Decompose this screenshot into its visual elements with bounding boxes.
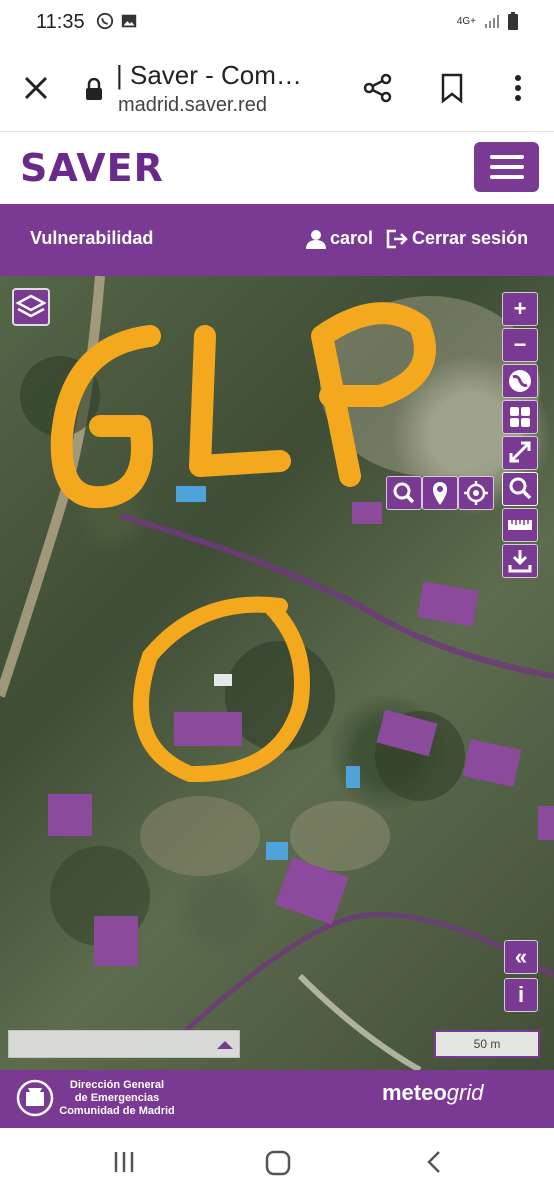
back-icon[interactable] [424, 1150, 444, 1174]
locate-button[interactable] [458, 476, 494, 510]
marker-icon [433, 482, 447, 505]
crosshair-icon [464, 481, 488, 505]
status-time: 11:35 [36, 11, 85, 33]
more-vert-icon[interactable] [506, 72, 530, 104]
browser-toolbar: | Saver - Com… madrid.saver.red [0, 44, 554, 132]
meteogrid-logo-a: meteo [382, 1080, 447, 1105]
search-zoom-button[interactable] [502, 472, 538, 506]
site-header: SAVER [0, 132, 554, 204]
globe-button[interactable] [502, 364, 538, 398]
ruler-icon [508, 520, 532, 530]
org-name: Dirección General de Emergencias Comunid… [58, 1079, 176, 1118]
logout-icon [386, 229, 408, 248]
expand-button[interactable] [502, 436, 538, 470]
network-label: 4G+ [456, 15, 476, 27]
zoom-out-button[interactable]: − [502, 328, 538, 362]
ruler-button[interactable] [502, 508, 538, 542]
logout-label: Cerrar sesión [412, 228, 529, 248]
menu-bar [489, 165, 524, 169]
zoom-in-button[interactable]: + [502, 292, 538, 326]
satellite-map[interactable]: + − « i 50 m [0, 276, 554, 1070]
bookmark-icon[interactable] [438, 72, 466, 104]
share-icon[interactable] [362, 72, 394, 104]
org-line-2: de Emergencias [74, 1092, 160, 1104]
user-icon [306, 229, 326, 249]
status-right: 4G+ [457, 12, 518, 30]
user-name: carol [330, 228, 374, 248]
comunidad-madrid-emblem-icon [16, 1079, 54, 1117]
map-terrain [0, 276, 554, 1070]
search-icon [393, 482, 415, 504]
download-icon [508, 550, 532, 573]
menu-bar [489, 175, 524, 179]
saver-logo[interactable]: SAVER [20, 146, 164, 190]
meteogrid-logo[interactable]: meteogrid [382, 1080, 483, 1106]
marker-button[interactable] [422, 476, 458, 510]
logout-link[interactable]: Cerrar sesión [386, 228, 528, 249]
recent-apps-icon[interactable] [112, 1150, 136, 1174]
grid-icon [510, 407, 530, 427]
page-title[interactable]: | Saver - Com… [116, 60, 302, 91]
url-display[interactable]: madrid.saver.red [118, 94, 267, 117]
menu-button[interactable] [474, 142, 539, 192]
address-search-bar[interactable] [8, 1030, 240, 1058]
grid-button[interactable] [502, 400, 538, 434]
org-line-1: Dirección General [69, 1079, 165, 1091]
meteogrid-logo-b: grid [446, 1080, 484, 1105]
android-nav-bar [0, 1128, 554, 1200]
layers-icon [15, 294, 47, 318]
menu-bar [489, 155, 524, 159]
home-icon[interactable] [265, 1150, 291, 1176]
download-button[interactable] [502, 544, 538, 578]
search-zoom-icon [509, 477, 532, 500]
expand-icon [509, 441, 531, 463]
user-link[interactable]: carol [306, 228, 373, 249]
site-footer: Dirección General de Emergencias Comunid… [0, 1070, 554, 1128]
caret-up-icon[interactable] [217, 1041, 233, 1049]
top-nav: Vulnerabilidad carol Cerrar sesión [0, 204, 554, 276]
battery-icon [508, 12, 518, 30]
gallery-icon [121, 14, 137, 28]
collapse-panel-button[interactable]: « [504, 940, 538, 974]
close-icon[interactable] [22, 74, 50, 102]
status-bar: 11:35 4G+ [0, 0, 554, 44]
nav-vulnerabilidad[interactable]: Vulnerabilidad [30, 228, 153, 249]
info-button[interactable]: i [504, 978, 538, 1012]
globe-icon [509, 370, 531, 392]
whatsapp-icon [96, 12, 114, 30]
org-line-3: Comunidad de Madrid [59, 1105, 175, 1117]
signal-icon [485, 15, 499, 28]
lock-icon[interactable] [84, 78, 104, 100]
search-button[interactable] [386, 476, 422, 510]
layers-button[interactable] [12, 288, 50, 326]
scale-bar: 50 m [434, 1030, 540, 1058]
